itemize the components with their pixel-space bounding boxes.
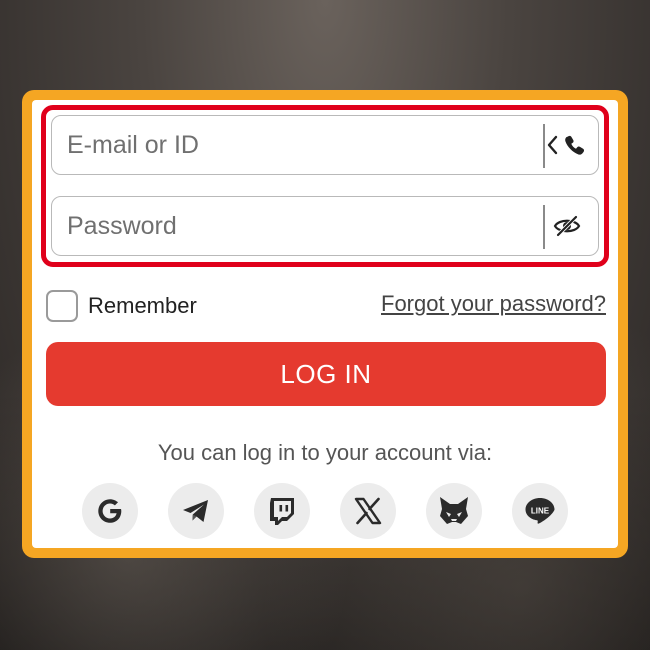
chevron-phone-icon (547, 135, 585, 155)
x-login-button[interactable] (340, 483, 396, 539)
google-icon (98, 499, 122, 523)
eye-slash-icon (553, 215, 581, 237)
password-field-wrapper (51, 196, 599, 256)
line-icon-text: LINE (531, 506, 550, 515)
metamask-login-button[interactable] (426, 483, 482, 539)
login-button[interactable]: LOG IN (46, 342, 606, 406)
social-login-list: LINE (82, 483, 568, 539)
line-login-button[interactable]: LINE (512, 483, 568, 539)
forgot-password-link[interactable]: Forgot your password? (381, 291, 606, 317)
email-field-wrapper (51, 115, 599, 175)
remember-label: Remember (88, 293, 197, 318)
email-input[interactable] (52, 116, 540, 174)
social-login-caption: You can log in to your account via: (157, 440, 493, 465)
remember-checkbox[interactable]: Remember (46, 290, 197, 322)
google-login-button[interactable] (82, 483, 138, 539)
twitch-login-button[interactable] (254, 483, 310, 539)
phone-toggle-button[interactable] (542, 116, 592, 174)
metamask-icon (440, 497, 468, 524)
twitch-icon (270, 498, 294, 525)
line-icon: LINE (525, 498, 555, 524)
credentials-group (41, 105, 609, 267)
telegram-login-button[interactable] (168, 483, 224, 539)
telegram-icon (183, 500, 208, 522)
x-icon (354, 497, 382, 525)
password-visibility-toggle[interactable] (542, 197, 592, 255)
checkbox-box[interactable] (46, 290, 78, 322)
login-card: Remember Forgot your password? LOG IN Yo… (32, 100, 618, 548)
password-input[interactable] (52, 197, 540, 255)
